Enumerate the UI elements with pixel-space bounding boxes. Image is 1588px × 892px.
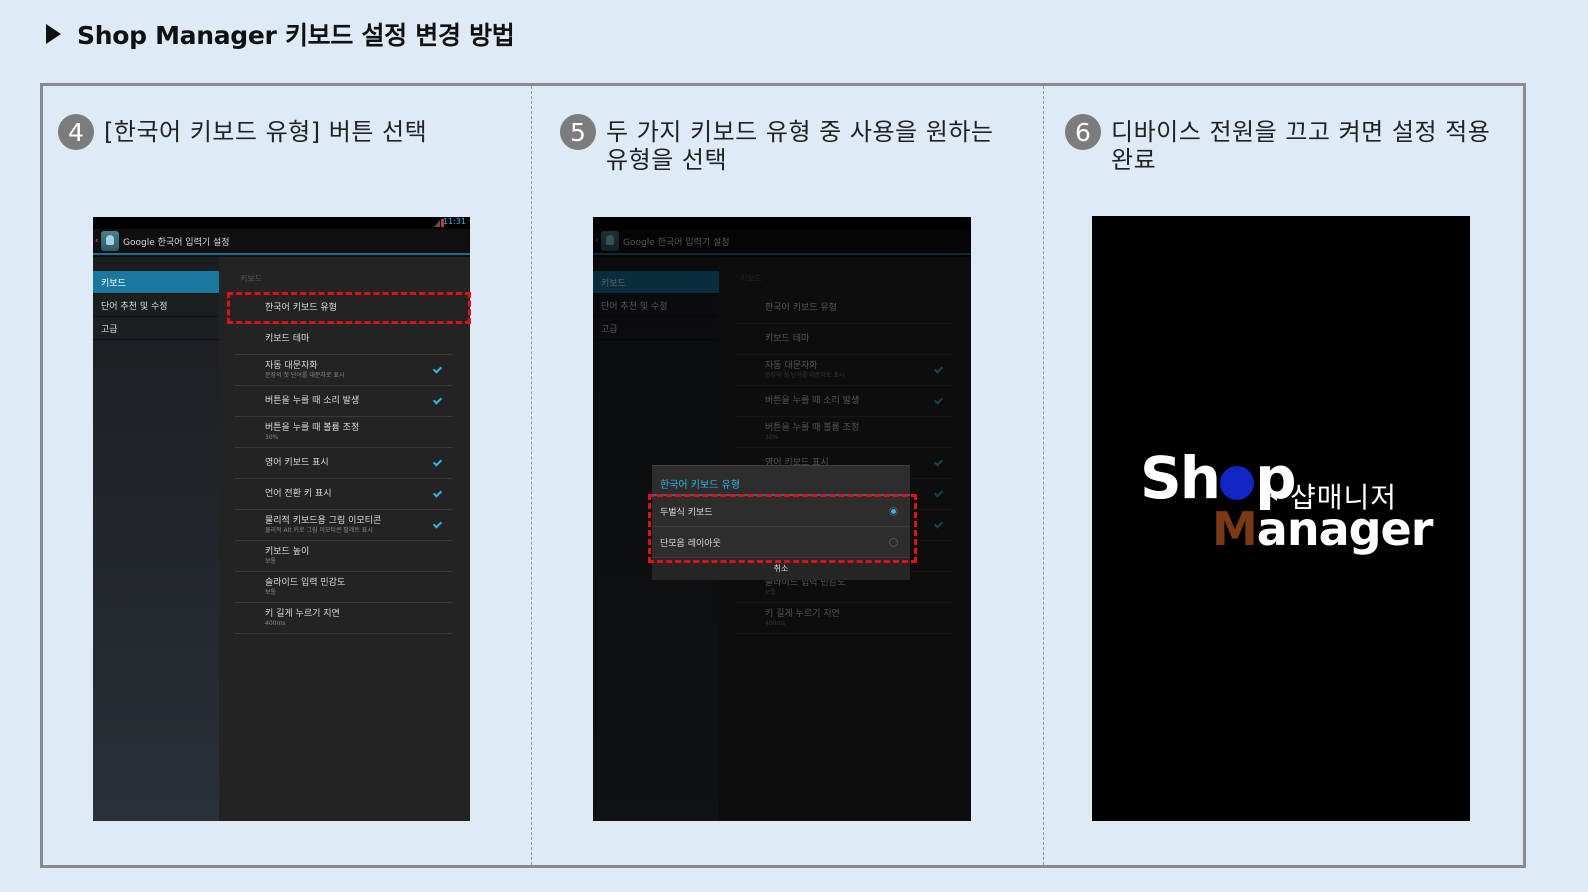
- checkmark-icon[interactable]: [433, 521, 442, 530]
- setting-emoji-physical[interactable]: 물리적 키보드용 그림 이모티콘물리적 Alt 키로 그림 이모티콘 팔레트 표…: [235, 510, 452, 541]
- highlight-box: [227, 292, 471, 324]
- settings-side-nav: 키보드 단어 추천 및 수정 고급: [93, 257, 219, 821]
- logo-shop-pre: Sh: [1140, 444, 1221, 512]
- app-title: Google 한국어 입력기 설정: [123, 237, 230, 248]
- bowtie-icon: [1263, 491, 1277, 501]
- setting-summary: 보통: [265, 557, 277, 565]
- setting-english-keyboard[interactable]: 영어 키보드 표시: [235, 448, 452, 479]
- logo-blue-dot: [1220, 466, 1255, 500]
- setting-label: 자동 대문자화: [265, 360, 318, 371]
- dialog-title: 한국어 키보드 유형: [652, 466, 910, 496]
- step-number-badge: 6: [1065, 114, 1101, 150]
- step-4-caption: 4 [한국어 키보드 유형] 버튼 선택: [58, 114, 428, 150]
- setting-label: 영어 키보드 표시: [265, 457, 329, 468]
- step-text: 두 가지 키보드 유형 중 사용을 원하는 유형을 선택: [606, 118, 993, 174]
- step-number-badge: 4: [58, 114, 94, 150]
- step-5-caption: 5 두 가지 키보드 유형 중 사용을 원하는 유형을 선택: [560, 114, 993, 174]
- page-title-text: Shop Manager 키보드 설정 변경 방법: [77, 21, 515, 50]
- setting-slide-sensitivity[interactable]: 슬라이드 입력 민감도보통: [235, 572, 452, 603]
- setting-label: 언어 전환 키 표시: [265, 488, 332, 499]
- side-item-advanced[interactable]: 고급: [93, 317, 219, 340]
- setting-language-switch-key[interactable]: 언어 전환 키 표시: [235, 479, 452, 510]
- step-text: [한국어 키보드 유형] 버튼 선택: [104, 118, 428, 146]
- checkmark-icon[interactable]: [433, 397, 442, 406]
- step-text-line: 완료: [1111, 146, 1157, 174]
- page-title: Shop Manager 키보드 설정 변경 방법: [46, 16, 515, 52]
- setting-auto-capitalize[interactable]: 자동 대문자화문장의 첫 단어를 대문자로 표시: [235, 355, 452, 386]
- setting-summary: 400ms: [265, 619, 286, 627]
- status-time: 11:31: [442, 217, 466, 226]
- step-text-line: 디바이스 전원을 끄고 켜면 설정 적용: [1111, 118, 1491, 146]
- step-6-caption: 6 디바이스 전원을 끄고 켜면 설정 적용 완료: [1065, 114, 1490, 174]
- checkmark-icon[interactable]: [433, 459, 442, 468]
- setting-key-volume[interactable]: 버튼을 누를 때 볼륨 조정30%: [235, 417, 452, 448]
- setting-summary: 문장의 첫 단어를 대문자로 표시: [265, 371, 345, 379]
- highlight-box: [648, 494, 917, 563]
- side-item-word-suggest[interactable]: 단어 추천 및 수정: [93, 294, 219, 317]
- keyboard-app-icon: [101, 231, 119, 251]
- checkmark-icon[interactable]: [433, 490, 442, 499]
- step-text: 디바이스 전원을 끄고 켜면 설정 적용 완료: [1111, 118, 1490, 174]
- status-bar: 11:31: [93, 217, 470, 229]
- checkmark-icon[interactable]: [433, 366, 442, 375]
- panel-divider: [1043, 86, 1044, 865]
- panel-divider: [531, 86, 532, 865]
- action-bar: ‹ Google 한국어 입력기 설정: [93, 229, 470, 255]
- setting-keyboard-height[interactable]: 키보드 높이보통: [235, 541, 452, 572]
- setting-long-press-delay[interactable]: 키 길게 누르기 지연400ms: [235, 603, 452, 634]
- category-header: 키보드: [240, 274, 263, 283]
- triangle-bullet-icon: [46, 24, 61, 44]
- step-number-badge: 5: [560, 114, 596, 150]
- setting-label: 키보드 높이: [265, 546, 310, 557]
- step-text-line: 두 가지 키보드 유형 중 사용을 원하는: [606, 118, 994, 146]
- setting-label: 버튼을 누를 때 소리 발생: [265, 395, 360, 406]
- setting-summary: 30%: [265, 433, 279, 441]
- step-text-line: 유형을 선택: [606, 146, 728, 174]
- shop-manager-logo: Sh p 샵매니저 Manager: [1140, 448, 1440, 568]
- setting-summary: 보통: [265, 588, 277, 596]
- setting-label: 물리적 키보드용 그림 이모티콘: [265, 515, 382, 526]
- setting-keyboard-theme[interactable]: 키보드 테마: [235, 324, 452, 355]
- side-item-keyboard[interactable]: 키보드: [93, 271, 219, 294]
- setting-key-sound[interactable]: 버튼을 누를 때 소리 발생: [235, 386, 452, 417]
- setting-label: 키보드 테마: [265, 333, 310, 344]
- logo-manager-rest: anager: [1256, 502, 1434, 556]
- logo-manager-m: M: [1212, 502, 1258, 556]
- setting-summary: 물리적 Alt 키로 그림 이모티콘 팔레트 표시: [265, 526, 373, 534]
- setting-label: 키 길게 누르기 지연: [265, 608, 340, 619]
- setting-label: 슬라이드 입력 민감도: [265, 577, 346, 588]
- phone-screen-splash: Sh p 샵매니저 Manager: [1092, 216, 1470, 821]
- setting-label: 버튼을 누를 때 볼륨 조정: [265, 422, 360, 433]
- logo-manager-text: Manager: [1212, 502, 1434, 556]
- settings-list: 키보드 한국어 키보드 유형 키보드 테마 자동 대문자화문장의 첫 단어를 대…: [219, 257, 470, 821]
